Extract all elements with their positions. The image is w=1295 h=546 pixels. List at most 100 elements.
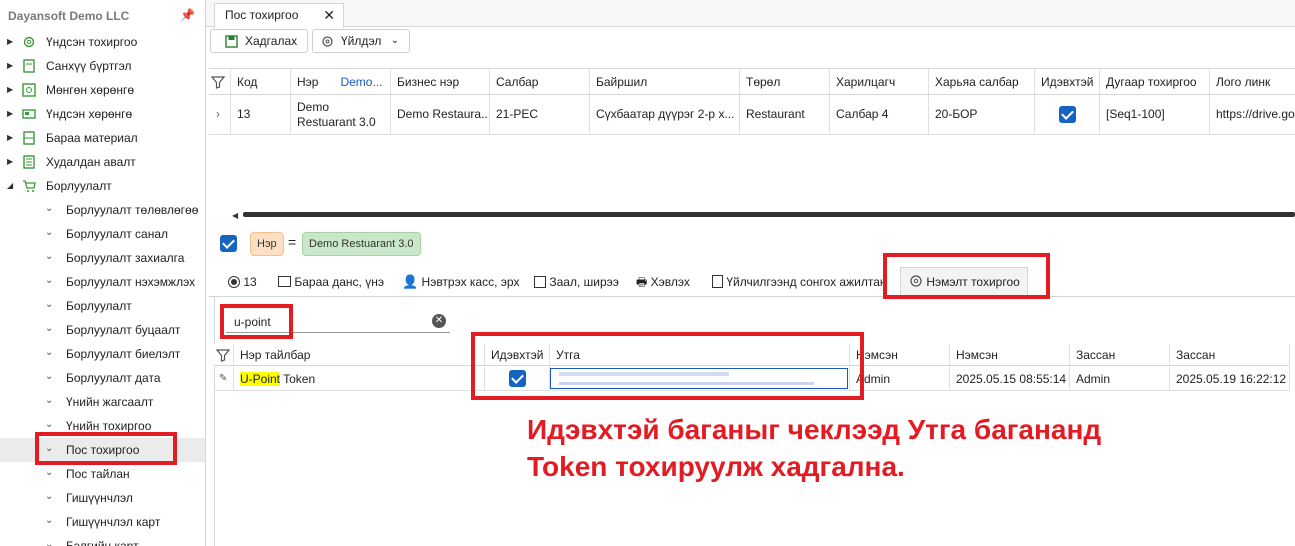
col-logo[interactable]: Лого линк bbox=[1210, 69, 1295, 94]
filter-icon[interactable] bbox=[214, 344, 234, 366]
expand-icon[interactable]: ▶ bbox=[7, 30, 13, 54]
tab-label: Хэвлэх bbox=[650, 275, 690, 289]
sidebar-subitem[interactable]: ⌄ Борлуулалт дата bbox=[0, 366, 205, 390]
scroll-left-icon[interactable]: ◀ bbox=[232, 211, 238, 220]
cell-active[interactable] bbox=[1035, 95, 1100, 134]
sidebar-item-sales[interactable]: ◢ Борлуулалт bbox=[0, 174, 205, 198]
tab-pos-settings[interactable]: Пос тохиргоо ✕ bbox=[214, 3, 344, 28]
expand-icon[interactable]: ▶ bbox=[7, 102, 13, 126]
table-row[interactable]: › 13 Demo Restuarant 3.0 Demo Restaura..… bbox=[209, 95, 1295, 135]
sidebar-subitem[interactable]: ⌄ Гишүүнчлэл bbox=[0, 486, 205, 510]
filter-enabled-checkbox[interactable] bbox=[220, 235, 237, 255]
sidebar-subitem[interactable]: ⌄ Пос тайлан bbox=[0, 462, 205, 486]
col-type[interactable]: Төрөл bbox=[740, 69, 830, 94]
pin-icon[interactable]: 📌 bbox=[180, 8, 195, 22]
sidebar-subitem-label: Пос тайлан bbox=[66, 467, 130, 481]
tab-product-account[interactable]: Бараа данс, үнэ bbox=[278, 268, 384, 296]
cell-edited-by: Admin bbox=[1070, 367, 1170, 391]
user-icon: 👤 bbox=[402, 274, 419, 289]
chevron-down-icon: ⌄ bbox=[45, 539, 54, 546]
sidebar-subitem-label: Борлуулалт санал bbox=[66, 227, 169, 241]
col-added-by[interactable]: Нэмсэн bbox=[850, 344, 950, 366]
sidebar-subitem[interactable]: ⌄ Борлуулалт bbox=[0, 294, 205, 318]
col-name-label: Нэр bbox=[297, 74, 319, 89]
sidebar-subitem-label: Үнийн жагсаалт bbox=[66, 395, 154, 409]
asset-icon bbox=[22, 109, 36, 119]
active-checkbox[interactable] bbox=[1058, 106, 1076, 123]
printer-icon: 🖶 bbox=[636, 275, 648, 289]
sidebar-item-finance[interactable]: ▶ Санхүү бүртгэл bbox=[0, 54, 205, 78]
pos-grid: Код Нэр Demo... Бизнес нэр Салбар Байрши… bbox=[209, 68, 1295, 220]
annotation-line-2: Token тохируулж хадгална. bbox=[527, 451, 905, 482]
tab-hall-table[interactable]: Заал, ширээ bbox=[534, 268, 619, 296]
sidebar-item-basic-settings[interactable]: ▶ Үндсэн тохиргоо bbox=[0, 30, 205, 54]
expand-icon[interactable]: ▶ bbox=[7, 150, 13, 174]
company-name: Dayansoft Demo LLC bbox=[8, 9, 130, 23]
sidebar-subitem-label: Борлуулалт bbox=[66, 299, 132, 313]
cell-location: Сүхбаатар дүүрэг 2-р х... bbox=[590, 95, 740, 134]
expand-icon[interactable]: ▶ bbox=[7, 54, 13, 78]
col-added-at[interactable]: Нэмсэн bbox=[950, 344, 1070, 366]
chevron-down-icon: ⌄ bbox=[45, 275, 54, 286]
collapse-icon[interactable]: ◢ bbox=[7, 174, 13, 198]
chevron-down-icon: ⌄ bbox=[45, 203, 54, 214]
col-partner[interactable]: Харилцагч bbox=[830, 69, 929, 94]
col-code[interactable]: Код bbox=[231, 69, 291, 94]
col-edited-at[interactable]: Зассан bbox=[1170, 344, 1290, 366]
close-icon[interactable]: ✕ bbox=[323, 4, 335, 26]
filter-value-chip[interactable]: Demo Restuarant 3.0 bbox=[302, 232, 421, 256]
sidebar-item-cash[interactable]: ▶ Мөнгөн хөрөнгө bbox=[0, 78, 205, 102]
row-expand-icon[interactable]: › bbox=[209, 95, 231, 134]
sidebar-subitem[interactable]: ⌄ Борлуулалт биелэлт bbox=[0, 342, 205, 366]
col-number-setting[interactable]: Дугаар тохиргоо bbox=[1100, 69, 1210, 94]
col-parent-branch[interactable]: Харьяа салбар bbox=[929, 69, 1035, 94]
sidebar-subitem[interactable]: ⌄ Борлуулалт буцаалт bbox=[0, 318, 205, 342]
sidebar-subitem[interactable]: ⌄ Борлуулалт санал bbox=[0, 222, 205, 246]
filter-icon[interactable] bbox=[209, 69, 231, 94]
edit-pencil-icon[interactable]: ✎ bbox=[214, 367, 234, 391]
sidebar-item-fixed-assets[interactable]: ▶ Үндсэн хөрөнгө bbox=[0, 102, 205, 126]
sidebar-item-inventory[interactable]: ▶ Бараа материал bbox=[0, 126, 205, 150]
sidebar-subitem-label: Борлуулалт нэхэмжлэх bbox=[66, 275, 196, 289]
expand-icon[interactable]: ▶ bbox=[7, 78, 13, 102]
save-button[interactable]: Хадгалах bbox=[210, 29, 308, 53]
col-business[interactable]: Бизнес нэр bbox=[391, 69, 490, 94]
col-active[interactable]: Идэвхтэй bbox=[1035, 69, 1100, 94]
sidebar-item-purchase[interactable]: ▶ Худалдан авалт bbox=[0, 150, 205, 174]
tab-print[interactable]: 🖶 Хэвлэх bbox=[636, 268, 690, 296]
expand-icon[interactable]: ▶ bbox=[7, 126, 13, 150]
cell-added-by: Admin bbox=[850, 367, 950, 391]
col-name[interactable]: Нэр Demo... bbox=[291, 69, 391, 94]
sidebar-subitem[interactable]: ⌄ Борлуулалт төлөвлөгөө bbox=[0, 198, 205, 222]
highlight-box-active-value bbox=[471, 332, 864, 400]
sidebar-subitem[interactable]: ⌄ Бэлгийн карт bbox=[0, 534, 205, 546]
col-edited-by[interactable]: Зассан bbox=[1070, 344, 1170, 366]
cart-icon bbox=[23, 180, 36, 192]
action-dropdown[interactable]: Үйлдэл ⌄ bbox=[312, 29, 410, 53]
sidebar-subitem[interactable]: ⌄ Үнийн жагсаалт bbox=[0, 390, 205, 414]
filter-field-chip[interactable]: Нэр bbox=[250, 232, 284, 256]
sidebar-item-label: Үндсэн хөрөнгө bbox=[46, 107, 133, 121]
tab-code[interactable]: 13 bbox=[228, 268, 257, 296]
col-location[interactable]: Байршил bbox=[590, 69, 740, 94]
filter-operator: = bbox=[288, 234, 297, 250]
sidebar-subitem[interactable]: ⌄ Гишүүнчлэл карт bbox=[0, 510, 205, 534]
tab-service-staff[interactable]: Үйлчилгээнд сонгох ажилтан bbox=[712, 268, 887, 296]
tab-label: Заал, ширээ bbox=[549, 275, 619, 289]
highlight-box-search bbox=[220, 304, 293, 339]
ledger-icon bbox=[23, 59, 35, 73]
sidebar-subitem-label: Бэлгийн карт bbox=[66, 539, 139, 546]
horizontal-scrollbar[interactable] bbox=[243, 212, 1295, 217]
tab-login-cash[interactable]: 👤 Нэвтрэх касс, эрх bbox=[402, 268, 519, 296]
sidebar-subitem-label: Гишүүнчлэл карт bbox=[66, 515, 161, 529]
gear-icon bbox=[322, 36, 333, 47]
col-name-filter[interactable]: Demo... bbox=[340, 75, 382, 89]
sidebar-subitem[interactable]: ⌄ Борлуулалт нэхэмжлэх bbox=[0, 270, 205, 294]
action-label: Үйлдэл bbox=[341, 34, 382, 48]
cell-business: Demo Restaura... bbox=[391, 95, 490, 134]
col-branch[interactable]: Салбар bbox=[490, 69, 590, 94]
sidebar-subitem[interactable]: ⌄ Борлуулалт захиалга bbox=[0, 246, 205, 270]
chevron-down-icon: ⌄ bbox=[45, 491, 54, 502]
col-name-desc[interactable]: Нэр тайлбар bbox=[234, 344, 485, 366]
clear-icon[interactable]: ✕ bbox=[432, 314, 446, 328]
